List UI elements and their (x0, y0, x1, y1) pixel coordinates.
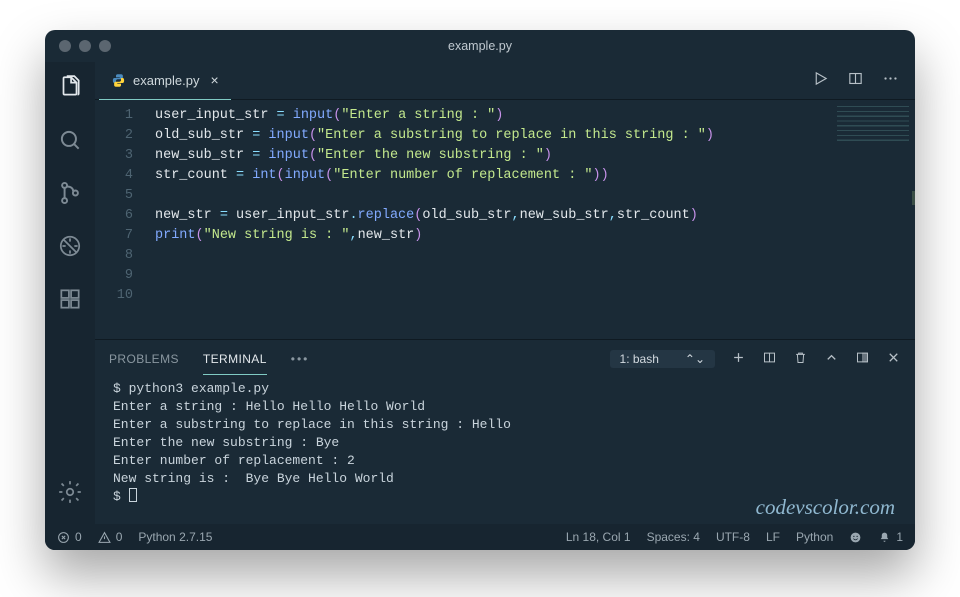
tabbar: example.py × (95, 62, 915, 100)
status-feedback-icon[interactable] (849, 531, 862, 544)
split-terminal-icon[interactable] (762, 350, 777, 368)
kill-terminal-icon[interactable] (793, 350, 808, 368)
tab-close-icon[interactable]: × (210, 72, 218, 88)
explorer-icon[interactable] (57, 74, 83, 105)
split-editor-icon[interactable] (847, 70, 864, 92)
main-area: example.py × 12345678910 user_input_str … (45, 62, 915, 524)
terminal-selector[interactable]: 1: bash⌃⌄ (610, 350, 715, 368)
status-language[interactable]: Python (796, 530, 833, 544)
code-editor[interactable]: 12345678910 user_input_str = input("Ente… (95, 100, 915, 339)
status-cursor-pos[interactable]: Ln 18, Col 1 (566, 530, 631, 544)
status-bell-icon[interactable]: 1 (878, 530, 903, 544)
tab-example-py[interactable]: example.py × (99, 62, 231, 100)
status-python-version[interactable]: Python 2.7.15 (138, 530, 212, 544)
bottom-panel: PROBLEMS TERMINAL ••• 1: bash⌃⌄ $ python… (95, 339, 915, 524)
status-errors[interactable]: 0 (57, 530, 82, 544)
titlebar: example.py (45, 30, 915, 62)
search-icon[interactable] (57, 127, 83, 158)
new-terminal-icon[interactable] (731, 350, 746, 368)
settings-gear-icon[interactable] (57, 479, 83, 510)
more-actions-icon[interactable] (882, 70, 899, 92)
panel-chevron-up-icon[interactable] (824, 350, 839, 368)
statusbar: 0 0 Python 2.7.15 Ln 18, Col 1 Spaces: 4… (45, 524, 915, 550)
line-number-gutter: 12345678910 (95, 100, 147, 339)
status-eol[interactable]: LF (766, 530, 780, 544)
minimap[interactable] (837, 106, 909, 144)
panel-tab-problems[interactable]: PROBLEMS (109, 344, 179, 374)
maximize-panel-icon[interactable] (855, 350, 870, 368)
panel-tab-terminal[interactable]: TERMINAL (203, 344, 267, 375)
source-control-icon[interactable] (57, 180, 83, 211)
watermark-text: codevscolor.com (756, 495, 895, 520)
status-warnings[interactable]: 0 (98, 530, 123, 544)
activity-bar (45, 62, 95, 524)
close-panel-icon[interactable] (886, 350, 901, 368)
python-file-icon (111, 73, 126, 88)
window-title: example.py (45, 39, 915, 53)
debug-icon[interactable] (57, 233, 83, 264)
status-encoding[interactable]: UTF-8 (716, 530, 750, 544)
editor-actions (812, 70, 915, 92)
run-icon[interactable] (812, 70, 829, 92)
panel-tab-more-icon[interactable]: ••• (291, 344, 310, 374)
chevron-updown-icon: ⌃⌄ (685, 352, 705, 366)
panel-tabbar: PROBLEMS TERMINAL ••• 1: bash⌃⌄ (95, 340, 915, 378)
tab-label: example.py (133, 73, 199, 88)
code-content[interactable]: user_input_str = input("Enter a string :… (147, 100, 915, 339)
content-area: example.py × 12345678910 user_input_str … (95, 62, 915, 524)
status-indent[interactable]: Spaces: 4 (647, 530, 700, 544)
extensions-icon[interactable] (57, 286, 83, 317)
app-window: example.py example.py × (45, 30, 915, 550)
